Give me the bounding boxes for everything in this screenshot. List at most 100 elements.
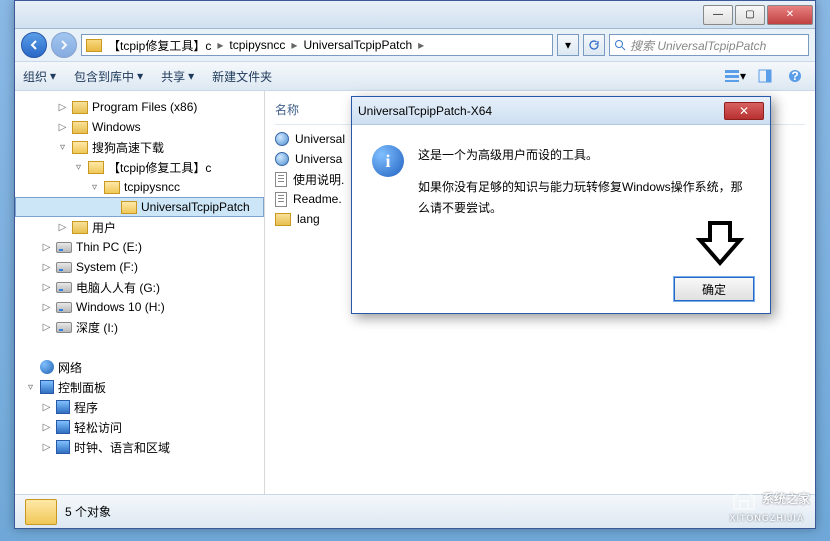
tree-item[interactable]: ▷ 深度 (I:): [15, 317, 264, 337]
forward-button[interactable]: [51, 32, 77, 58]
drive-icon: [56, 282, 72, 293]
tree-toggle-icon: [25, 362, 36, 373]
help-button[interactable]: ?: [783, 66, 807, 86]
status-bar: 5 个对象: [15, 494, 815, 528]
tree-toggle-icon[interactable]: ▷: [41, 242, 52, 253]
tree-label: 用户: [92, 219, 116, 236]
file-label: 使用说明.: [293, 171, 344, 188]
drive-icon: [56, 242, 72, 253]
back-button[interactable]: [21, 32, 47, 58]
minimize-button[interactable]: —: [703, 5, 733, 25]
breadcrumb[interactable]: tcpipysncc: [229, 38, 285, 52]
tree-toggle-icon[interactable]: ▷: [57, 222, 68, 233]
folder-icon: [72, 221, 88, 234]
address-row: 【tcpip修复工具】c ▸ tcpipysncc ▸ UniversalTcp…: [15, 29, 815, 61]
tree-item[interactable]: ▷ 程序: [15, 397, 264, 417]
maximize-button[interactable]: ▢: [735, 5, 765, 25]
folder-open-icon: [88, 161, 104, 174]
breadcrumb-sep: ▸: [418, 38, 424, 52]
tree-toggle-icon[interactable]: ▷: [41, 322, 52, 333]
cp-icon: [40, 380, 54, 394]
tree-item[interactable]: ▷轻松访问: [15, 417, 264, 437]
tree-item[interactable]: UniversalTcpipPatch: [15, 197, 264, 217]
tree-label: UniversalTcpipPatch: [141, 200, 250, 214]
tree-item[interactable]: ▿控制面板: [15, 377, 264, 397]
folder-icon: [72, 101, 88, 114]
tree-label: 深度 (I:): [76, 319, 118, 336]
tree-item[interactable]: ▷ Windows 10 (H:): [15, 297, 264, 317]
tree-label: 电脑人人有 (G:): [76, 279, 160, 296]
tree-toggle-icon[interactable]: ▷: [41, 302, 52, 313]
message-dialog: UniversalTcpipPatch-X64 ✕ i 这是一个为高级用户而设的…: [351, 96, 771, 314]
cp-icon: [56, 400, 70, 414]
search-input[interactable]: 搜索 UniversalTcpipPatch: [609, 34, 809, 56]
tree-toggle-icon: [106, 202, 117, 213]
tree-item[interactable]: ▷Program Files (x86): [15, 97, 264, 117]
tree-label: 网络: [58, 359, 82, 376]
history-dropdown[interactable]: ▾: [557, 34, 579, 56]
tree-item[interactable]: ▷ Thin PC (E:): [15, 237, 264, 257]
tree-item[interactable]: 网络: [15, 357, 264, 377]
html-icon: [275, 152, 289, 166]
search-placeholder: 搜索 UniversalTcpipPatch: [630, 37, 766, 54]
tree-label: System (F:): [76, 260, 138, 274]
folder-icon: [86, 39, 102, 52]
tree-label: 程序: [74, 399, 98, 416]
tree-item[interactable]: ▿tcpipysncc: [15, 177, 264, 197]
toolbar-share[interactable]: 共享 ▾: [161, 68, 194, 85]
tree-toggle-icon[interactable]: ▷: [57, 102, 68, 113]
tree-toggle-icon[interactable]: ▷: [41, 442, 52, 453]
preview-pane-button[interactable]: [753, 66, 777, 86]
svg-text:?: ?: [791, 69, 798, 83]
folder-open-icon: [121, 201, 137, 214]
txt-icon: [275, 192, 287, 207]
tree-toggle-icon[interactable]: ▿: [73, 162, 84, 173]
file-label: Readme.: [293, 192, 342, 206]
toolbar-newfolder[interactable]: 新建文件夹: [212, 68, 272, 85]
tree-toggle-icon[interactable]: ▷: [41, 422, 52, 433]
breadcrumb[interactable]: UniversalTcpipPatch: [303, 38, 412, 52]
tree-item[interactable]: ▷ Windows: [15, 117, 264, 137]
breadcrumb-sep: ▸: [291, 38, 297, 52]
cp-icon: [56, 420, 70, 434]
tree-item[interactable]: ▿【tcpip修复工具】c: [15, 157, 264, 177]
tree-label: Thin PC (E:): [76, 240, 142, 254]
dialog-titlebar[interactable]: UniversalTcpipPatch-X64 ✕: [352, 97, 770, 125]
ok-button[interactable]: 确定: [674, 277, 754, 301]
nav-tree[interactable]: ▷Program Files (x86)▷Windows▿搜狗高速下载▿【tcp…: [15, 91, 265, 494]
tree-toggle-icon[interactable]: ▿: [25, 382, 36, 393]
toolbar-organize[interactable]: 组织 ▾: [23, 68, 56, 85]
tree-toggle-icon[interactable]: ▿: [57, 142, 68, 153]
dialog-message: 这是一个为高级用户而设的工具。 如果你没有足够的知识与能力玩转修复Windows…: [418, 145, 750, 218]
dialog-close-button[interactable]: ✕: [724, 102, 764, 120]
tree-label: Windows: [92, 120, 141, 134]
tree-toggle-icon[interactable]: ▿: [89, 182, 100, 193]
tree-item[interactable]: ▷时钟、语言和区域: [15, 437, 264, 457]
drive-icon: [56, 262, 72, 273]
tree-item[interactable]: ▷ 电脑人人有 (G:): [15, 277, 264, 297]
file-label: Universa: [295, 152, 342, 166]
address-bar[interactable]: 【tcpip修复工具】c ▸ tcpipysncc ▸ UniversalTcp…: [81, 34, 553, 56]
tree-toggle-icon[interactable]: ▷: [41, 402, 52, 413]
cp-icon: [56, 440, 70, 454]
breadcrumb[interactable]: 【tcpip修复工具】c: [108, 37, 211, 54]
tree-item[interactable]: ▷ 用户: [15, 217, 264, 237]
info-icon: i: [372, 145, 404, 177]
tree-label: Windows 10 (H:): [76, 300, 165, 314]
toolbar-include[interactable]: 包含到库中 ▾: [74, 68, 143, 85]
file-label: Universal: [295, 132, 345, 146]
tree-item[interactable]: [15, 337, 264, 357]
folder-open-icon: [104, 181, 120, 194]
html-icon: [275, 132, 289, 146]
close-button[interactable]: ✕: [767, 5, 813, 25]
tree-toggle-icon[interactable]: ▷: [41, 282, 52, 293]
search-icon: [614, 39, 626, 51]
toolbar: 组织 ▾ 包含到库中 ▾ 共享 ▾ 新建文件夹 ▾ ?: [15, 61, 815, 91]
tree-item[interactable]: ▷ System (F:): [15, 257, 264, 277]
tree-toggle-icon[interactable]: ▷: [41, 262, 52, 273]
tree-item[interactable]: ▿搜狗高速下载: [15, 137, 264, 157]
txt-icon: [275, 172, 287, 187]
refresh-button[interactable]: [583, 34, 605, 56]
view-options-button[interactable]: ▾: [723, 66, 747, 86]
tree-toggle-icon[interactable]: ▷: [57, 122, 68, 133]
